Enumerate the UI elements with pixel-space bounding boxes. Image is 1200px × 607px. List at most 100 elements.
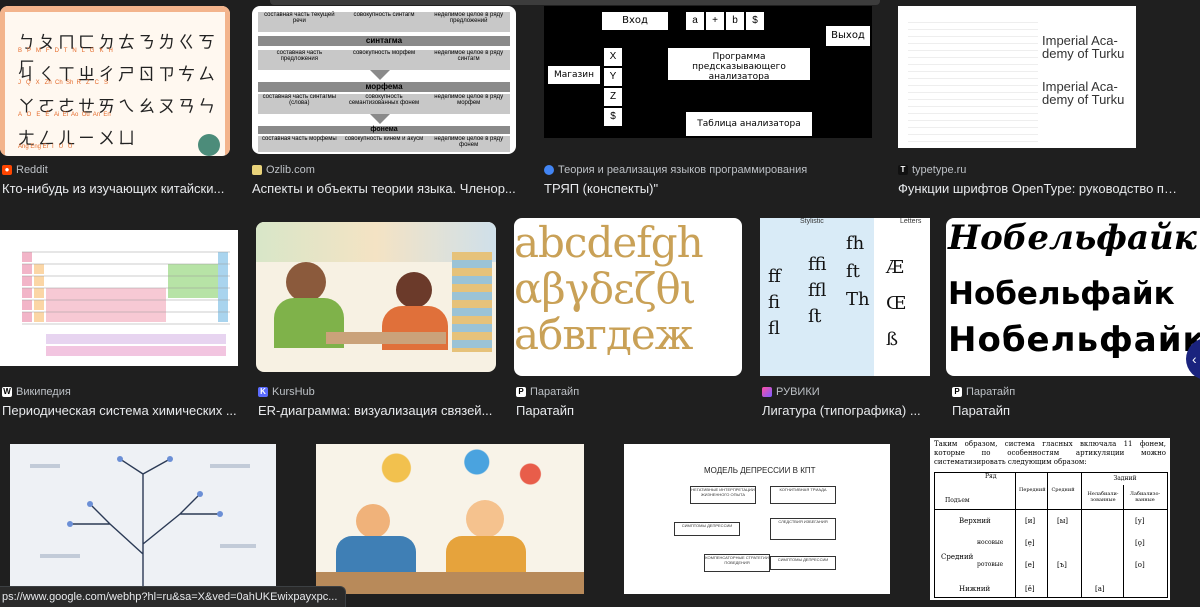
nobel-black-line: Нобельфайк bbox=[948, 320, 1200, 360]
result-title-9[interactable]: Паратайп bbox=[952, 403, 1152, 418]
paratype-latin-greek-cyrillic-image[interactable]: abcdefgh αβγδεζθι абвгдеж bbox=[514, 218, 742, 376]
result-source-7[interactable]: P Паратайп bbox=[516, 386, 579, 398]
diagram-box: КОГНИТИВНАЯ ТРИАДА bbox=[770, 486, 836, 504]
result-source-6[interactable]: K KursHub bbox=[258, 386, 315, 398]
down-arrow-icon bbox=[370, 114, 390, 124]
ligature-col-2: ﬃ ﬄ ﬅ bbox=[808, 254, 827, 327]
result-title-6[interactable]: ER-диаграмма: визуализация связей... bbox=[258, 403, 496, 418]
classroom-illustration[interactable] bbox=[316, 444, 584, 594]
globe-icon bbox=[544, 165, 554, 175]
paratype-icon: P bbox=[952, 387, 962, 397]
diagram-title: МОДЕЛЬ ДЕПРЕССИИ В КПТ bbox=[704, 466, 816, 475]
ozlib-cell: составная часть синтагмы (слова) bbox=[262, 94, 337, 106]
store-label: Магазин bbox=[548, 66, 600, 84]
result-title-4[interactable]: Функции шрифтов OpenType: руководство по… bbox=[898, 181, 1184, 196]
input-label: Вход bbox=[602, 12, 668, 30]
result-source-3[interactable]: Теория и реализация языков программирова… bbox=[544, 164, 807, 176]
input-cell: $ bbox=[746, 12, 764, 30]
vowel-table-image[interactable]: Таким образом, система гласных включала … bbox=[930, 438, 1170, 600]
ozlib-cell: совокупность морфем bbox=[352, 50, 416, 56]
letters-col: Æ Œ ß bbox=[886, 257, 907, 350]
zhuyin-latin-4: Ang Eng Er I U Ü bbox=[18, 144, 73, 150]
ligature-col-1: ﬀ ﬁ ﬂ bbox=[768, 266, 781, 339]
result-source-1[interactable]: ● Reddit bbox=[2, 164, 48, 176]
result-title-3[interactable]: ТРЯП (конспекты)" bbox=[544, 181, 874, 196]
result-title-7[interactable]: Паратайп bbox=[516, 403, 742, 418]
latin-line: abcdefgh bbox=[514, 218, 704, 267]
wikipedia-icon: W bbox=[2, 387, 12, 397]
result-source-4[interactable]: Ttypetype.ru bbox=[898, 164, 966, 176]
top-bar-edge bbox=[270, 0, 880, 5]
result-source-8[interactable]: РУВИКИ bbox=[762, 386, 820, 398]
result-source-9[interactable]: P Паратайп bbox=[952, 386, 1015, 398]
depression-model-diagram[interactable]: МОДЕЛЬ ДЕПРЕССИИ В КПТ НЕГАТИВНЫЕ ИНТЕРП… bbox=[624, 444, 890, 594]
result-title-2[interactable]: Аспекты и объекты теории языка. Членор..… bbox=[252, 181, 520, 196]
cyrillic-line: абвгдеж bbox=[514, 310, 693, 359]
ozlib-table-image[interactable]: составная часть текущей речи совокупност… bbox=[252, 6, 516, 154]
stylistic-header: Stylistic bbox=[800, 218, 824, 225]
vowel-intro-text: Таким образом, система гласных включала … bbox=[934, 440, 1166, 466]
stack-cell: X bbox=[604, 48, 622, 66]
result-source-5[interactable]: W Википедия bbox=[2, 386, 71, 398]
ozlib-cell: неделимое целое в ряду фонем bbox=[434, 136, 504, 148]
parser-diagram-image[interactable]: Вход a + b $ Выход Магазин X Y Z $ Прогр… bbox=[544, 6, 872, 138]
ozlib-top-cell-1: составная часть текущей речи bbox=[264, 12, 335, 24]
logo-icon bbox=[198, 134, 220, 156]
result-source-2[interactable]: Ozlib.com bbox=[252, 164, 315, 176]
result-title-8[interactable]: Лигатура (типографика) ... bbox=[762, 403, 932, 418]
ozlib-section-header-3: фонема bbox=[258, 126, 510, 134]
diagram-box: СИМПТОМЫ ДЕПРЕССИИ bbox=[674, 522, 740, 536]
ozlib-cell: совокупность кинем и акусм bbox=[344, 136, 424, 142]
diagram-box: КОМПЕНСАТОРНЫЕ СТРАТЕГИИ ПОВЕДЕНИЯ bbox=[704, 554, 770, 572]
sample-text-2: Imperial Aca- demy of Turku bbox=[1042, 79, 1125, 107]
typetype-image[interactable]: Imperial Aca- demy of Turku Imperial Aca… bbox=[898, 6, 1136, 148]
greek-line: αβγδεζθι bbox=[514, 264, 696, 313]
input-cell: b bbox=[726, 12, 744, 30]
zhuyin-chart-image[interactable]: ㄅㄆㄇㄈㄉㄊㄋㄌㄍㄎㄏ B P M F D T N L G K H ㄐㄑㄒㄓㄔㄕ… bbox=[0, 6, 230, 156]
ligatures-image[interactable]: Stylistic Letters ﬀ ﬁ ﬂ ﬃ ﬄ ﬅ fh ft Th Æ… bbox=[760, 218, 930, 376]
ozlib-cell: составная часть морфемы bbox=[261, 136, 337, 142]
ozlib-cell: составная часть предложения bbox=[276, 50, 323, 62]
nobel-regular-line: Нобельфайк bbox=[948, 276, 1175, 312]
ozlib-cell: совокупность семантизованных фонем bbox=[348, 94, 420, 106]
input-cell: a bbox=[686, 12, 704, 30]
nobel-font-image[interactable]: Нобельфайк Нобельфайк Нобельфайк bbox=[946, 218, 1200, 376]
zhuyin-latin-2: J Q X Zh Ch Sh R Z C S bbox=[18, 80, 109, 86]
ozlib-icon bbox=[252, 165, 262, 175]
ruwiki-icon bbox=[762, 387, 772, 397]
kurshub-icon: K bbox=[258, 387, 268, 397]
sample-text-1: Imperial Aca- demy of Turku bbox=[1042, 33, 1125, 61]
typetype-icon: T bbox=[898, 165, 908, 175]
stack-cell: $ bbox=[604, 108, 622, 126]
reddit-icon: ● bbox=[2, 165, 12, 175]
ozlib-cell: неделимое целое в ряду синтагм bbox=[434, 50, 504, 62]
paratype-icon: P bbox=[516, 387, 526, 397]
letters-header: Letters bbox=[900, 218, 922, 225]
ozlib-cell: неделимое целое в ряду морфем bbox=[434, 94, 504, 106]
down-arrow-icon bbox=[370, 70, 390, 80]
stack-cell: Z bbox=[604, 88, 622, 106]
status-bar-url: ps://www.google.com/webhp?hl=ru&sa=X&ved… bbox=[0, 586, 347, 607]
ozlib-section-header-2: морфема bbox=[258, 82, 510, 92]
program-box: Программа предсказывающего анализатора bbox=[668, 48, 810, 82]
diagram-box: НЕГАТИВНЫЕ ИНТЕРПРЕТАЦИИ ЖИЗНЕННОГО ОПЫТ… bbox=[690, 486, 756, 504]
result-title-5[interactable]: Периодическая система химических ... bbox=[2, 403, 238, 418]
circuit-tree-image[interactable] bbox=[10, 444, 276, 594]
zhuyin-latin-3: A O E Ê Ai Ei Ao Ou An En bbox=[18, 112, 111, 118]
input-cell: + bbox=[706, 12, 724, 30]
stack-cell: Y bbox=[604, 68, 622, 86]
result-title-1[interactable]: Кто-нибудь из изучающих китайски... bbox=[2, 181, 230, 196]
circuit-tree-drawing bbox=[30, 456, 256, 594]
ozlib-top-cell-3: неделимое целое в ряду предложений bbox=[434, 12, 504, 24]
diagram-box: СЛЕДСТВИЯ ИЗБЕГАНИЯ bbox=[770, 518, 836, 540]
output-label: Выход bbox=[826, 26, 870, 46]
table-box: Таблица анализатора bbox=[686, 112, 812, 136]
er-diagram-illustration[interactable] bbox=[256, 222, 496, 372]
periodic-grid bbox=[22, 251, 230, 356]
nobel-script-line: Нобельфайк bbox=[948, 218, 1197, 258]
chevron-left-icon: ‹ bbox=[1192, 351, 1197, 367]
periodic-table-image[interactable] bbox=[0, 230, 238, 366]
vowel-table: Ряд Подъем Передний Средний Задний Нелаб… bbox=[934, 472, 1168, 598]
diagram-box: СИМПТОМЫ ДЕПРЕССИИ bbox=[770, 556, 836, 570]
ligature-col-3: fh ft Th bbox=[846, 233, 870, 310]
